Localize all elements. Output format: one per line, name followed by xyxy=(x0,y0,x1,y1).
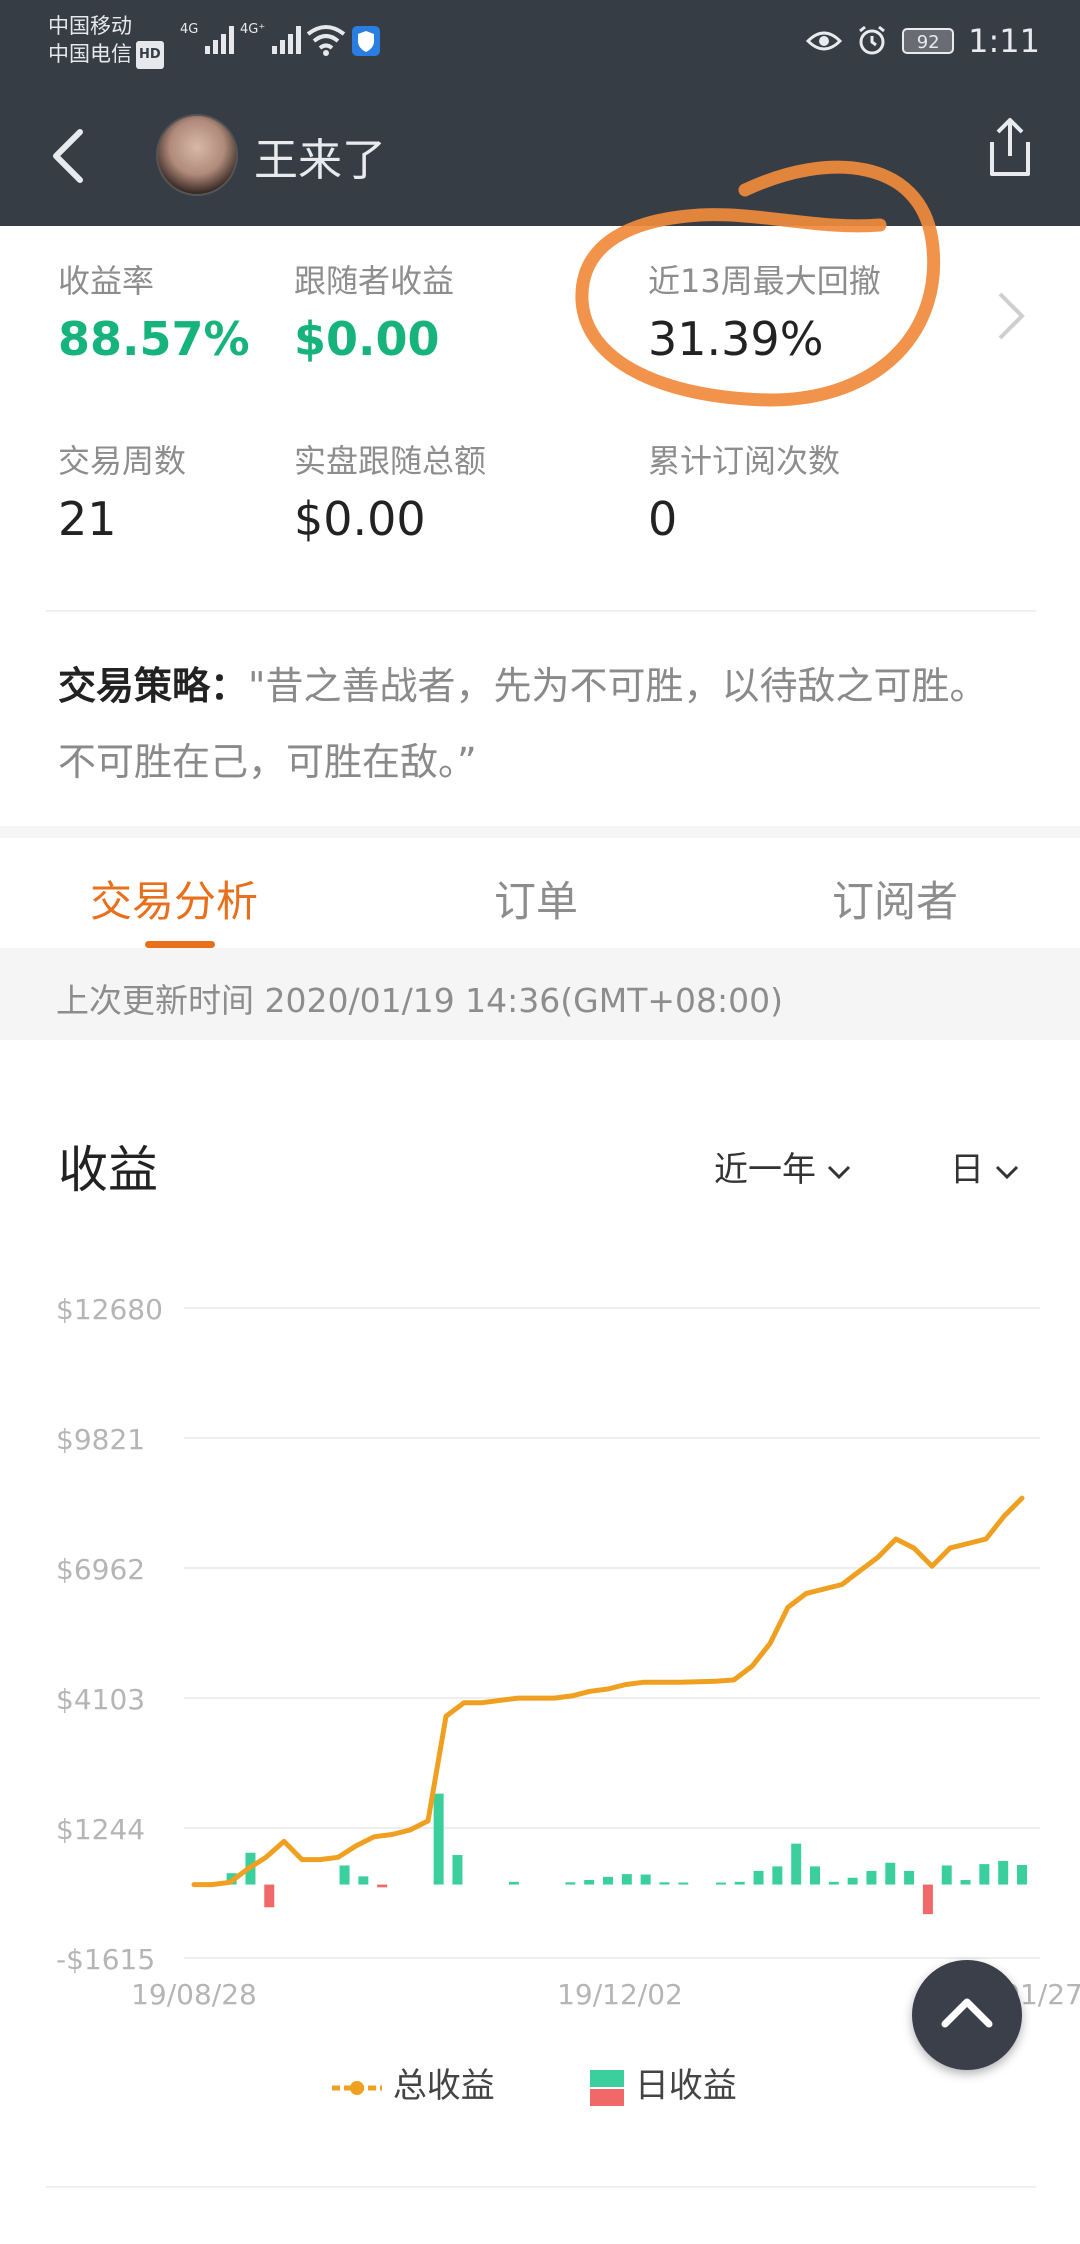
daily-profit-bar xyxy=(960,1880,971,1885)
daily-profit-bar xyxy=(979,1864,990,1885)
daily-profit-bar xyxy=(508,1881,519,1885)
tab-orders[interactable]: 订单 xyxy=(494,868,578,929)
chevron-down-icon xyxy=(827,1165,851,1179)
daily-profit-bar xyxy=(565,1882,576,1885)
daily-profit-bar xyxy=(621,1874,632,1885)
chevron-up-icon xyxy=(941,1998,993,2028)
daily-profit-bar xyxy=(922,1884,933,1915)
annotation-circle xyxy=(575,160,940,407)
legend-total: 总收益 xyxy=(332,2058,495,2107)
daily-profit-bar xyxy=(904,1870,915,1885)
x-tick-label: 19/12/02 xyxy=(557,1978,683,2011)
chevron-down-icon xyxy=(995,1165,1019,1179)
daily-profit-bar xyxy=(377,1884,388,1888)
daily-profit-bar xyxy=(640,1874,651,1885)
y-tick-label: $4103 xyxy=(56,1683,145,1716)
daily-profit-bar xyxy=(264,1884,275,1908)
daily-profit-bar xyxy=(715,1882,726,1885)
legend-line-marker xyxy=(332,2080,382,2095)
y-tick-label: $9821 xyxy=(56,1423,145,1456)
daily-profit-bar xyxy=(885,1862,896,1885)
section-separator xyxy=(0,826,1080,838)
daily-profit-bar xyxy=(866,1870,877,1885)
range-dropdown[interactable]: 近一年 xyxy=(714,1142,852,1191)
legend-label: 总收益 xyxy=(392,2066,495,2106)
profit-chart: $12680 $9821 $6962 $4103 $1244 -$161519/08/28… xyxy=(56,1293,1080,2011)
y-tick-label: -$1615 xyxy=(56,1943,155,1976)
daily-profit-bar xyxy=(734,1881,745,1885)
daily-profit-bar xyxy=(791,1843,802,1885)
y-tick-label: $12680 xyxy=(56,1293,163,1326)
daily-profit-bar xyxy=(847,1877,858,1885)
daily-profit-bar xyxy=(828,1881,839,1885)
daily-profit-bar xyxy=(452,1855,463,1885)
tab-trade-analysis[interactable]: 交易分析 xyxy=(90,868,258,929)
daily-profit-bar xyxy=(603,1876,613,1885)
period-dropdown-label: 日 xyxy=(950,1150,984,1190)
divider xyxy=(46,2186,1036,2188)
last-updated-text: 上次更新时间 2020/01/19 14:36(GMT+08:00) xyxy=(56,981,783,1020)
daily-profit-bar xyxy=(339,1865,350,1885)
range-dropdown-label: 近一年 xyxy=(714,1150,816,1190)
daily-profit-bar xyxy=(941,1865,952,1885)
daily-profit-bar xyxy=(678,1882,689,1885)
tab-active-indicator xyxy=(145,941,215,948)
divider xyxy=(46,610,1036,612)
daily-profit-bar xyxy=(753,1870,764,1885)
daily-profit-bar xyxy=(998,1860,1009,1885)
legend-label: 日收益 xyxy=(634,2066,737,2106)
daily-profit-bar xyxy=(1017,1865,1027,1885)
chart-title: 收益 xyxy=(58,1141,158,1199)
legend-bar-marker xyxy=(590,2069,624,2106)
strategy-label: 交易策略： xyxy=(58,664,249,708)
last-updated-bar: 上次更新时间 2020/01/19 14:36(GMT+08:00) xyxy=(0,948,1080,1040)
daily-profit-bar xyxy=(433,1793,444,1885)
y-tick-label: $1244 xyxy=(56,1813,145,1846)
tab-bar: 交易分析 订单 订阅者 xyxy=(0,838,1080,948)
period-dropdown[interactable]: 日 xyxy=(950,1142,1020,1191)
y-tick-label: $6962 xyxy=(56,1553,145,1586)
scroll-top-button[interactable] xyxy=(912,1960,1022,2070)
daily-profit-bar xyxy=(772,1866,783,1885)
strategy-text: 交易策略："昔之善战者，先为不可胜，以待敌之可胜。不可胜在己，可胜在敌。” xyxy=(58,648,1018,800)
daily-profit-bar xyxy=(584,1880,595,1885)
tab-subscribers[interactable]: 订阅者 xyxy=(832,868,958,929)
daily-profit-bar xyxy=(810,1866,820,1885)
daily-profit-bar xyxy=(659,1882,670,1885)
legend-daily: 日收益 xyxy=(590,2058,737,2107)
total-profit-line xyxy=(191,1495,1025,1888)
x-tick-label: 19/08/28 xyxy=(131,1978,257,2011)
daily-profit-bar xyxy=(358,1876,369,1885)
